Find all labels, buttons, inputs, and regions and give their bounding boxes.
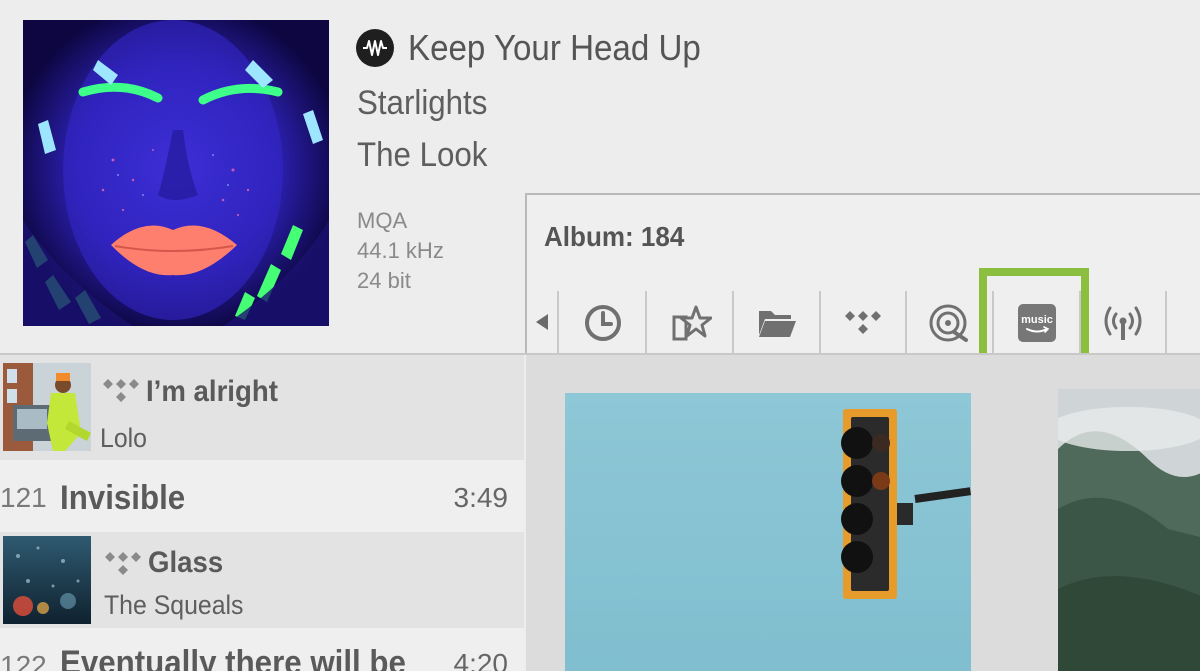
track-thumbnail [3, 536, 91, 624]
favorites-star-icon [672, 305, 712, 341]
tab-divider [557, 291, 559, 355]
track-artist: Lolo [100, 423, 147, 453]
folder-icon [759, 311, 796, 337]
track-title: Glass [148, 546, 224, 579]
track-duration: 3:49 [453, 482, 509, 513]
track-number: 122 [0, 650, 47, 671]
queue-item[interactable]: 122 Eventually there will be 4:20 [0, 628, 524, 671]
album-cover-image [1058, 389, 1200, 671]
track-title: Eventually there will be [60, 644, 406, 671]
now-playing-album-art[interactable] [23, 20, 329, 326]
tab-cd-rip[interactable] [907, 297, 991, 349]
tidal-icon [105, 552, 141, 575]
tidal-icon [103, 379, 139, 402]
now-playing-title-row: Keep Your Head Up [356, 26, 726, 70]
track-number: 121 [0, 482, 47, 513]
track-duration: 4:20 [453, 648, 509, 671]
track-thumbnail [3, 363, 91, 451]
cd-rip-icon [929, 304, 968, 342]
tab-amazon-music[interactable]: music [995, 297, 1079, 349]
tab-favorites[interactable] [649, 297, 733, 349]
mqa-waveform-icon [356, 29, 394, 67]
now-playing-album: The Look [357, 136, 488, 174]
radio-broadcast-icon [1104, 306, 1142, 340]
music-player-screen: Keep Your Head Up Starlights The Look MQ… [0, 0, 1200, 671]
queue-item[interactable]: 121 Invisible 3:49 [0, 460, 524, 532]
now-playing-artist: Starlights [357, 84, 488, 122]
track-title: I’m alright [146, 375, 278, 408]
album-art-image [23, 20, 329, 326]
tab-folders[interactable] [735, 297, 819, 349]
recent-clock-icon [585, 305, 621, 341]
tab-tidal[interactable] [821, 297, 905, 349]
sample-rate: 44.1 kHz [357, 238, 444, 263]
queue-item[interactable]: Glass The Squeals [0, 532, 524, 628]
tab-radio[interactable] [1081, 297, 1165, 349]
bit-depth: 24 bit [357, 268, 411, 293]
now-playing-title: Keep Your Head Up [408, 27, 701, 68]
scroll-left-arrow-icon[interactable] [531, 309, 553, 335]
audio-format: MQA [357, 208, 408, 233]
tab-divider [645, 291, 647, 355]
library-browser-panel: Album: 184 music [525, 193, 1200, 355]
tidal-icon [845, 311, 881, 334]
tab-divider [732, 291, 734, 355]
album-cover-image [565, 393, 971, 671]
tab-divider [992, 291, 994, 355]
album-grid [526, 355, 1200, 671]
amazon-music-icon: music [1018, 304, 1056, 342]
play-queue-list: I’m alright Lolo 121 Invisible 3:49 Glas… [0, 355, 524, 671]
audio-format-info: MQA 44.1 kHz 24 bit [357, 206, 444, 296]
source-tab-bar: music [527, 291, 1200, 355]
track-artist: The Squeals [104, 590, 244, 620]
queue-item[interactable]: I’m alright Lolo [0, 355, 524, 460]
album-tile[interactable] [565, 393, 971, 671]
tab-recent[interactable] [561, 297, 645, 349]
track-title: Invisible [60, 479, 186, 517]
album-tile[interactable] [1058, 389, 1200, 671]
browser-title: Album: 184 [544, 221, 685, 252]
tab-divider [1165, 291, 1167, 355]
amazon-music-label: music [1021, 314, 1053, 326]
